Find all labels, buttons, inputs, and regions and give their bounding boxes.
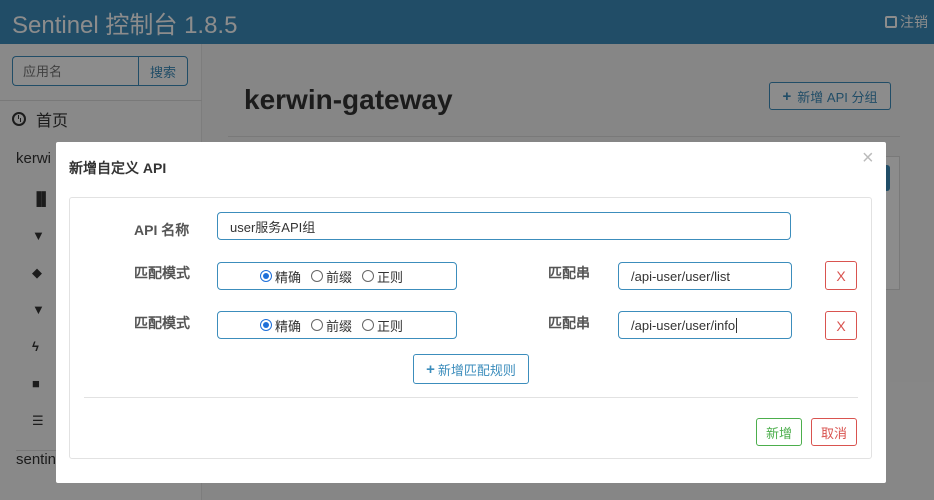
match-mode-radio-group: 精确 前缀 正则 (217, 262, 457, 290)
plus-icon: + (426, 360, 435, 378)
radio-regex[interactable]: 正则 (362, 316, 403, 335)
match-pattern-label: 匹配串 (548, 315, 590, 331)
match-mode-radio-group: 精确 前缀 正则 (217, 311, 457, 339)
api-name-value: user服务API组 (230, 219, 316, 235)
modal-form: API 名称 user服务API组 匹配模式 精确 前缀 正则 匹配串 /api… (69, 197, 872, 459)
radio-unchecked-icon (362, 270, 375, 282)
divider (84, 397, 858, 398)
radio-unchecked-icon (311, 319, 324, 331)
add-match-rule-button[interactable]: + 新增匹配规则 (413, 354, 529, 384)
match-pattern-input[interactable]: /api-user/user/info (618, 311, 792, 339)
radio-prefix[interactable]: 前缀 (311, 267, 352, 286)
text-cursor (736, 317, 738, 333)
close-icon[interactable]: × (862, 147, 874, 170)
match-pattern-input[interactable]: /api-user/user/list (618, 262, 792, 290)
radio-prefix[interactable]: 前缀 (311, 316, 352, 335)
match-mode-label: 匹配模式 (134, 265, 190, 281)
radio-unchecked-icon (311, 270, 324, 282)
radio-regex[interactable]: 正则 (362, 267, 403, 286)
remove-rule-button[interactable]: X (825, 311, 857, 340)
add-api-modal: 新增自定义 API × API 名称 user服务API组 匹配模式 精确 前缀… (56, 142, 886, 483)
api-name-label: API 名称 (134, 222, 190, 238)
add-match-rule-label: 新增匹配规则 (437, 362, 516, 378)
match-mode-label: 匹配模式 (134, 315, 190, 331)
remove-rule-button[interactable]: X (825, 261, 857, 290)
radio-exact[interactable]: 精确 (260, 267, 301, 286)
match-pattern-label: 匹配串 (548, 265, 590, 281)
radio-unchecked-icon (362, 319, 375, 331)
api-name-input[interactable]: user服务API组 (217, 212, 791, 240)
radio-checked-icon (260, 319, 272, 331)
radio-exact[interactable]: 精确 (260, 316, 301, 335)
cancel-button[interactable]: 取消 (811, 418, 857, 446)
confirm-add-button[interactable]: 新增 (756, 418, 802, 446)
radio-checked-icon (260, 270, 272, 282)
modal-title: 新增自定义 API (69, 160, 167, 176)
